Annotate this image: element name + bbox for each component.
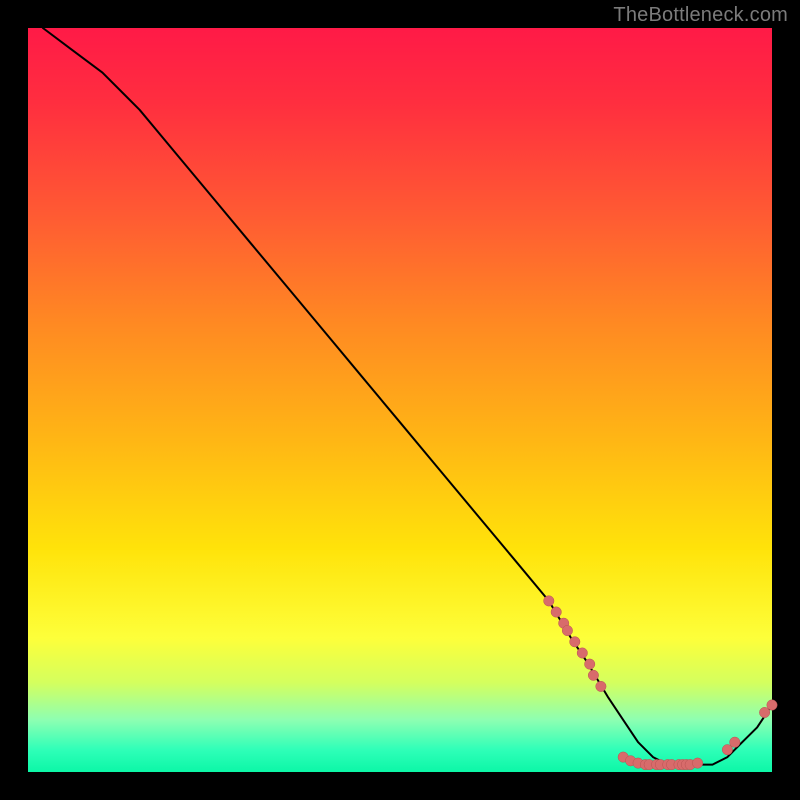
data-marker <box>596 681 606 691</box>
frame-left <box>0 0 28 800</box>
bottleneck-curve <box>43 28 772 765</box>
data-marker <box>692 758 702 768</box>
data-marker <box>551 607 561 617</box>
data-marker <box>588 670 598 680</box>
watermark-text: TheBottleneck.com <box>613 4 788 27</box>
data-marker <box>562 625 572 635</box>
chart-stage: TheBottleneck.com <box>0 0 800 800</box>
data-marker <box>767 700 777 710</box>
data-marker <box>570 637 580 647</box>
frame-right <box>772 0 800 800</box>
data-marker <box>544 596 554 606</box>
curve-svg <box>28 28 772 772</box>
data-marker <box>730 737 740 747</box>
frame-bottom <box>0 772 800 800</box>
data-marker <box>585 659 595 669</box>
plot-area <box>28 28 772 772</box>
data-marker <box>577 648 587 658</box>
